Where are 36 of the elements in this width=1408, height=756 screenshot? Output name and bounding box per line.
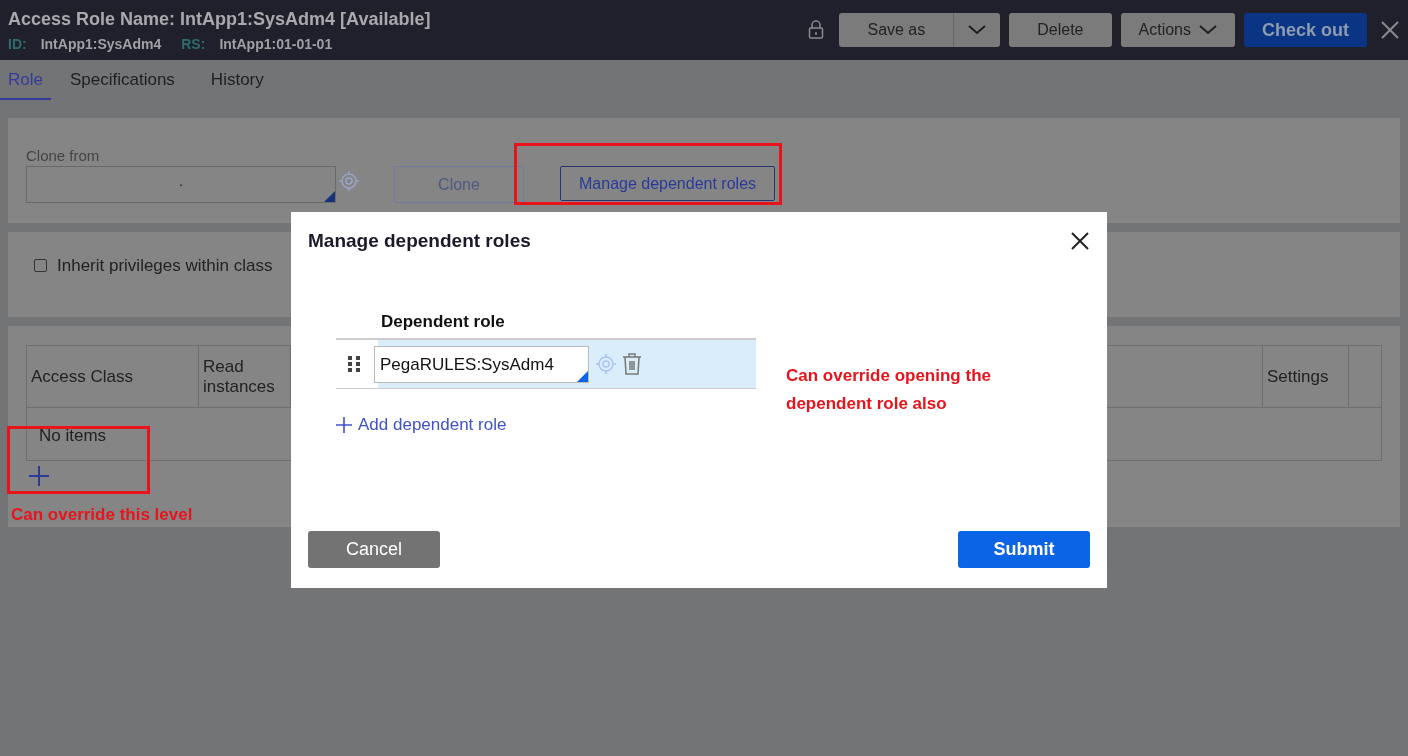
add-icon[interactable] [28,465,50,487]
submit-button[interactable]: Submit [958,531,1090,568]
modal-title: Manage dependent roles [308,230,531,252]
column-header: Settings [1263,346,1349,408]
tab[interactable]: Specifications [52,60,192,100]
annotation-text: Can override opening the dependent role also [786,365,992,415]
save-as-button[interactable]: Save as [839,13,954,47]
tab[interactable]: Role [0,60,51,100]
manage-dependent-roles-button[interactable]: Manage dependent roles [560,166,776,201]
tab[interactable]: History [193,60,281,100]
actions-button[interactable]: Actions [1120,13,1235,47]
rs-value: IntApp1:01-01-01 [219,35,333,52]
lock-icon [808,20,825,40]
close-icon[interactable] [1070,231,1090,251]
checkbox[interactable] [34,259,47,272]
cancel-button[interactable]: Cancel [308,531,440,568]
chevron-icon [1199,25,1217,35]
annotation-text: Can override this level [11,504,193,526]
rs-label: RS: [181,35,206,52]
field-label: Clone from [26,147,101,164]
checkbox-label: Inherit privileges within class [57,256,273,276]
check-out-button[interactable]: Check out [1244,13,1367,47]
trash-icon[interactable] [622,353,642,375]
delete-button[interactable]: Delete [1009,13,1112,47]
column-header: Access Class [27,346,199,408]
plus-icon [336,417,352,433]
window-title: Access Role Name: IntApp1:SysAdm4 [Available] [8,8,431,30]
id-label: ID: [8,35,27,52]
clone-from-field[interactable]: . [26,166,336,203]
empty-message: No items [39,426,107,445]
id-value: IntApp1:SysAdm4 [40,35,162,52]
dropdown-button[interactable] [953,13,1001,47]
role-field[interactable]: PegaRULES:SysAdm4 [374,345,589,383]
add-dependent-role-link[interactable]: Add dependent role [336,415,507,435]
drag-handle-icon[interactable] [348,356,360,372]
chevron-icon [968,25,987,35]
